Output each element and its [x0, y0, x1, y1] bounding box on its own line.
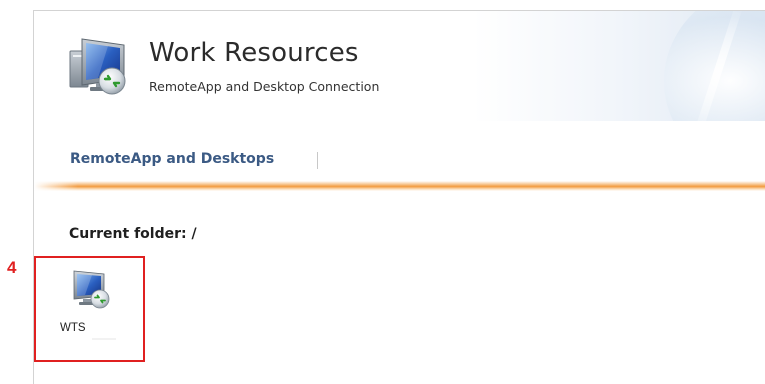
- remote-desktop-monitor-icon: [69, 38, 126, 95]
- page-subtitle: RemoteApp and Desktop Connection: [149, 79, 380, 94]
- remote-desktop-monitor-icon: [73, 270, 110, 309]
- nav-divider: [317, 152, 318, 169]
- tab-remoteapp-and-desktops[interactable]: RemoteApp and Desktops: [70, 151, 274, 167]
- accent-divider: [34, 181, 765, 191]
- nav-bar: RemoteApp and Desktops: [34, 121, 765, 181]
- page-title: Work Resources: [149, 38, 359, 68]
- resource-label-underline: [92, 338, 116, 340]
- current-folder-label: Current folder: /: [69, 226, 197, 242]
- annotation-step-number: 4: [7, 258, 17, 277]
- resource-label: WTS: [60, 322, 86, 334]
- resource-tile-wts[interactable]: WTS: [56, 268, 126, 348]
- page-header: Work Resources RemoteApp and Desktop Con…: [34, 11, 765, 121]
